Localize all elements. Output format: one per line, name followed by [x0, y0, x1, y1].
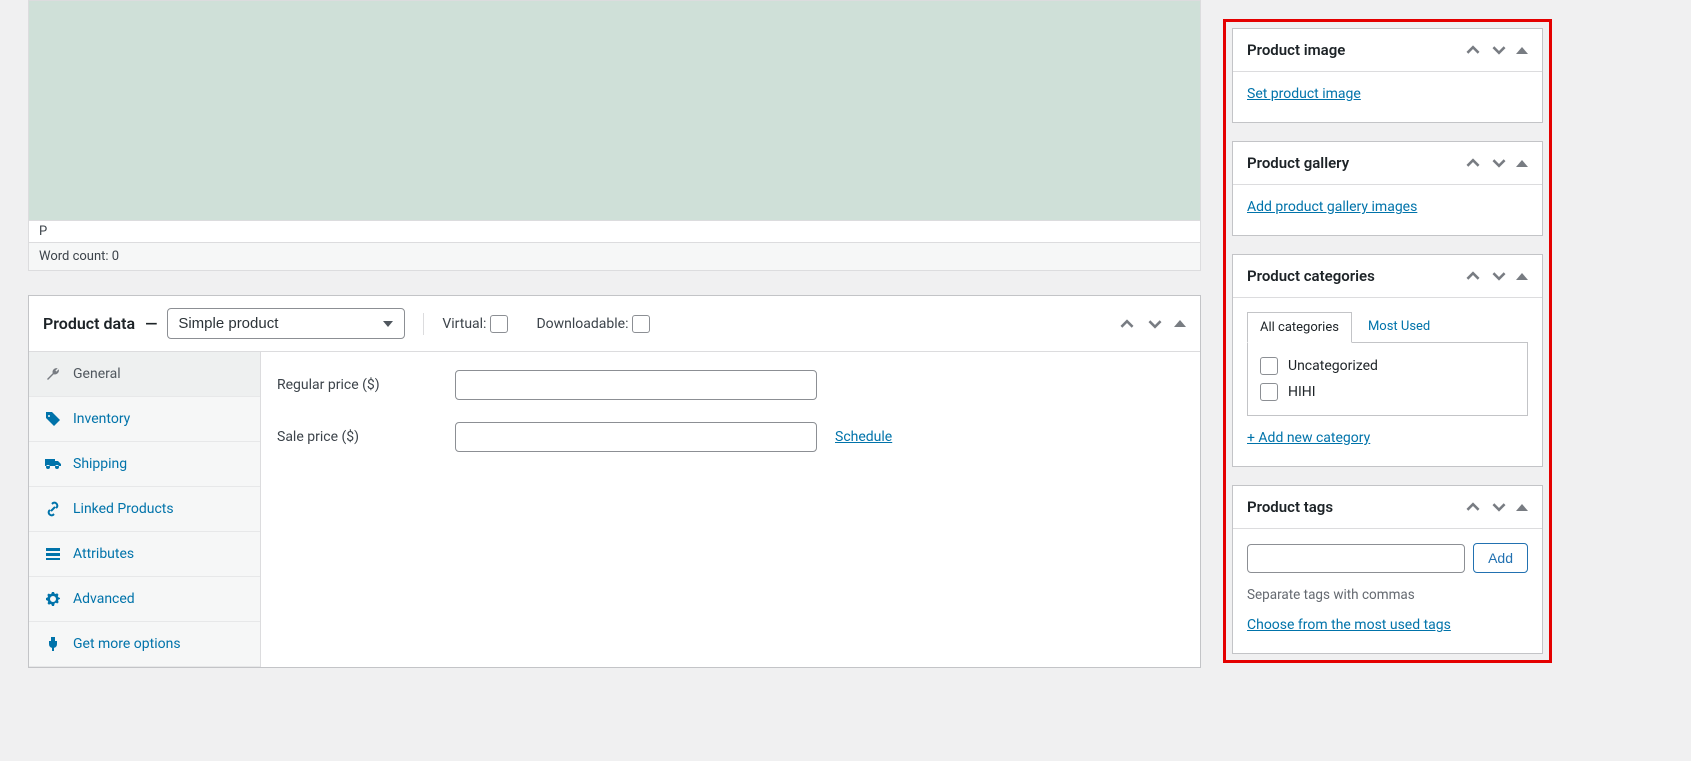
tab-linked-label: Linked Products: [73, 501, 174, 517]
plug-icon: [45, 636, 61, 652]
tab-attributes-label: Attributes: [73, 546, 134, 562]
category-label: Uncategorized: [1288, 358, 1378, 374]
sidebar: Product image Set product image Product …: [1223, 19, 1552, 663]
move-up-icon[interactable]: [1464, 267, 1482, 285]
product-categories-panel: Product categories All categories Most U…: [1232, 254, 1543, 467]
move-down-icon[interactable]: [1490, 41, 1508, 59]
title-separator: —: [145, 314, 157, 333]
list-icon: [45, 546, 61, 562]
product-data-title: Product data: [43, 314, 135, 333]
product-gallery-panel: Product gallery Add product gallery imag…: [1232, 141, 1543, 236]
tab-inventory[interactable]: Inventory: [29, 397, 260, 442]
tab-get-more[interactable]: Get more options: [29, 622, 260, 667]
categories-tab-most-used[interactable]: Most Used: [1356, 312, 1442, 343]
product-gallery-title: Product gallery: [1247, 154, 1349, 172]
downloadable-checkbox[interactable]: [632, 315, 650, 333]
tab-attributes[interactable]: Attributes: [29, 532, 260, 577]
tab-general-label: General: [73, 366, 121, 382]
category-list: Uncategorized HIHI: [1247, 343, 1528, 416]
category-item: Uncategorized: [1260, 353, 1515, 379]
tag-input[interactable]: [1247, 544, 1465, 573]
link-icon: [45, 501, 61, 517]
choose-popular-tags-link[interactable]: Choose from the most used tags: [1247, 617, 1451, 633]
downloadable-label: Downloadable:: [536, 315, 650, 333]
category-checkbox-hihi[interactable]: [1260, 383, 1278, 401]
virtual-label-text: Virtual:: [442, 316, 486, 332]
virtual-label: Virtual:: [442, 315, 508, 333]
product-image-panel: Product image Set product image: [1232, 28, 1543, 123]
product-data-header: Product data — Simple product Virtual: D…: [29, 296, 1200, 352]
editor-path-bar: P: [28, 220, 1201, 243]
product-data-panel: Product data — Simple product Virtual: D…: [28, 295, 1201, 668]
move-down-icon[interactable]: [1490, 267, 1508, 285]
product-tags-panel: Product tags Add Separate tags with comm…: [1232, 485, 1543, 654]
add-new-category-link[interactable]: + Add new category: [1247, 430, 1370, 446]
tab-linked-products[interactable]: Linked Products: [29, 487, 260, 532]
downloadable-label-text: Downloadable:: [536, 316, 628, 332]
set-product-image-link[interactable]: Set product image: [1247, 86, 1361, 102]
product-image-title: Product image: [1247, 41, 1345, 59]
category-item: HIHI: [1260, 379, 1515, 405]
virtual-checkbox[interactable]: [490, 315, 508, 333]
categories-tab-all[interactable]: All categories: [1247, 312, 1352, 343]
sale-price-input[interactable]: [455, 422, 817, 452]
tab-inventory-label: Inventory: [73, 411, 130, 427]
product-tags-title: Product tags: [1247, 498, 1333, 516]
tab-shipping[interactable]: Shipping: [29, 442, 260, 487]
move-down-icon[interactable]: [1490, 498, 1508, 516]
move-up-icon[interactable]: [1118, 315, 1136, 333]
move-up-icon[interactable]: [1464, 41, 1482, 59]
collapse-toggle-icon[interactable]: [1516, 273, 1528, 280]
sale-price-label: Sale price ($): [277, 429, 437, 445]
collapse-toggle-icon[interactable]: [1174, 320, 1186, 327]
tab-more-label: Get more options: [73, 636, 181, 652]
wrench-icon: [45, 366, 61, 382]
gear-icon: [45, 591, 61, 607]
regular-price-input[interactable]: [455, 370, 817, 400]
tags-hint: Separate tags with commas: [1247, 587, 1528, 603]
tab-shipping-label: Shipping: [73, 456, 127, 472]
product-categories-title: Product categories: [1247, 267, 1375, 285]
category-checkbox-uncategorized[interactable]: [1260, 357, 1278, 375]
category-label: HIHI: [1288, 384, 1316, 400]
collapse-toggle-icon[interactable]: [1516, 47, 1528, 54]
product-data-tabs: General Inventory Shipping Linked Produc…: [29, 352, 261, 667]
collapse-toggle-icon[interactable]: [1516, 504, 1528, 511]
word-count: Word count: 0: [28, 243, 1201, 271]
product-type-select[interactable]: Simple product: [167, 308, 405, 339]
tab-general[interactable]: General: [29, 352, 260, 397]
move-up-icon[interactable]: [1464, 154, 1482, 172]
tab-advanced-label: Advanced: [73, 591, 135, 607]
move-down-icon[interactable]: [1490, 154, 1508, 172]
truck-icon: [45, 456, 61, 472]
editor-content-area[interactable]: [28, 0, 1201, 220]
general-fields: Regular price ($) Sale price ($) Schedul…: [261, 352, 1200, 667]
move-up-icon[interactable]: [1464, 498, 1482, 516]
collapse-toggle-icon[interactable]: [1516, 160, 1528, 167]
tag-icon: [45, 411, 61, 427]
add-gallery-images-link[interactable]: Add product gallery images: [1247, 199, 1417, 215]
regular-price-label: Regular price ($): [277, 377, 437, 393]
add-tag-button[interactable]: Add: [1473, 543, 1528, 573]
move-down-icon[interactable]: [1146, 315, 1164, 333]
divider: [423, 313, 424, 335]
tab-advanced[interactable]: Advanced: [29, 577, 260, 622]
schedule-link[interactable]: Schedule: [835, 429, 892, 445]
